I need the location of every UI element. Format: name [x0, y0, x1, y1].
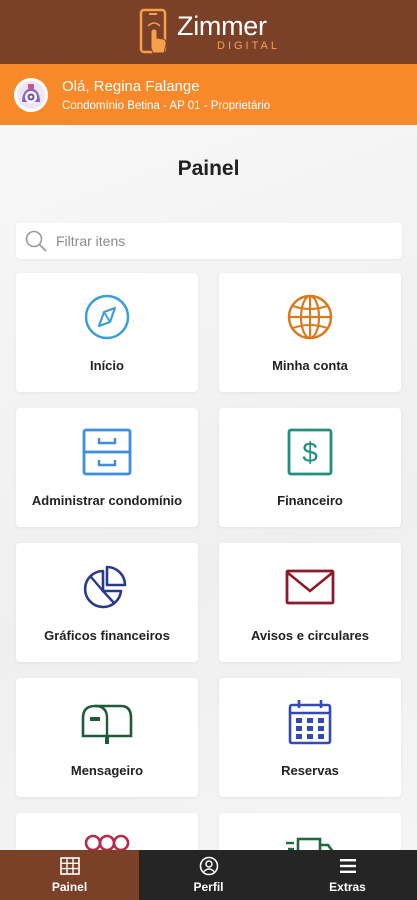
nav-item-perfil[interactable]: Perfil: [139, 850, 278, 900]
nav-label: Extras: [329, 880, 366, 894]
nav-label: Perfil: [193, 880, 224, 894]
card-label: Mensageiro: [70, 763, 144, 778]
user-unit-info: Condomínio Betina - AP 01 - Proprietário: [62, 99, 271, 112]
bottom-navigation: Painel Perfil Extras: [0, 850, 417, 900]
dollar-icon: $: [287, 428, 333, 476]
main-content[interactable]: Painel Início Minha cont: [0, 125, 417, 850]
card-inicio[interactable]: Início: [16, 273, 198, 392]
truck-icon: [286, 837, 334, 850]
avatar[interactable]: [14, 77, 48, 112]
card-label: Administrar condomínio: [31, 493, 183, 508]
card-minha-conta[interactable]: Minha conta: [219, 273, 401, 392]
people-icon: [84, 834, 130, 850]
card-label: Reservas: [281, 763, 339, 778]
app-header: Zimmer DIGITAL: [0, 0, 417, 64]
calendar-icon: [288, 700, 332, 745]
user-bar[interactable]: Olá, Regina Falange Condomínio Betina - …: [0, 64, 417, 125]
card-graficos-financeiros[interactable]: Gráficos financeiros: [16, 543, 198, 662]
user-greeting: Olá, Regina Falange: [62, 77, 200, 95]
nav-label: Painel: [51, 880, 88, 894]
svg-text:$: $: [302, 437, 318, 468]
avatar-icon: [17, 80, 45, 109]
card-avisos-circulares[interactable]: Avisos e circulares: [219, 543, 401, 662]
card-label: Gráficos financeiros: [44, 628, 170, 643]
user-circle-icon: [199, 856, 218, 876]
card-mensageiro[interactable]: Mensageiro: [16, 678, 198, 797]
card-truck[interactable]: [219, 813, 401, 850]
dashboard-grid: Início Minha conta Administrar condomíni…: [16, 273, 402, 850]
compass-icon: [84, 294, 130, 340]
phone-touch-logo-icon: [139, 8, 167, 54]
card-label: Financeiro: [277, 493, 343, 508]
card-reservas[interactable]: Reservas: [219, 678, 401, 797]
card-administrar-condominio[interactable]: Administrar condomínio: [16, 408, 198, 527]
menu-icon: [339, 859, 356, 873]
card-label: Avisos e circulares: [250, 628, 370, 643]
search-input[interactable]: [56, 233, 376, 249]
globe-icon: [287, 294, 333, 340]
logo-subtitle: DIGITAL: [217, 39, 280, 52]
logo-name: Zimmer: [177, 10, 267, 41]
card-label: Início: [90, 358, 124, 373]
search-bar[interactable]: [16, 223, 402, 259]
mailbox-icon: [81, 704, 133, 744]
card-financeiro[interactable]: $ Financeiro: [219, 408, 401, 527]
app-logo: Zimmer DIGITAL: [137, 8, 280, 56]
nav-item-extras[interactable]: Extras: [278, 850, 417, 900]
card-people[interactable]: [16, 813, 198, 850]
filing-cabinet-icon: [82, 428, 132, 476]
page-title: Painel: [177, 157, 240, 180]
envelope-icon: [285, 569, 335, 605]
pie-chart-icon: [83, 565, 127, 609]
nav-item-painel[interactable]: Painel: [0, 850, 139, 900]
search-icon: [25, 230, 47, 252]
grid-icon: [59, 857, 80, 875]
card-label: Minha conta: [272, 358, 348, 373]
